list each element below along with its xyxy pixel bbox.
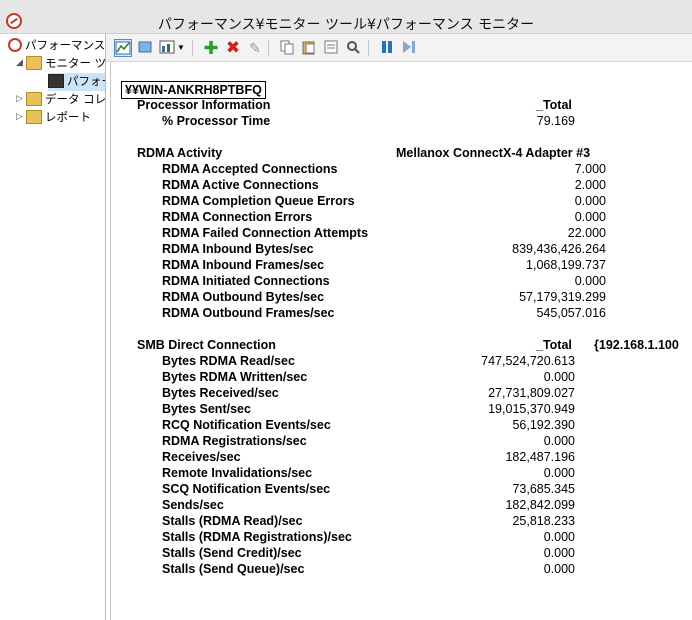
window-titlebar: パフォーマンス¥モニター ツール¥パフォーマンス モニター — [0, 0, 692, 34]
counter-name: % Processor Time — [162, 114, 271, 128]
machine-name: ¥¥WIN-ANKRH8PTBFQ — [121, 81, 266, 99]
counter-name: RDMA Registrations/sec — [162, 434, 307, 448]
tree-item-monitoring-tools[interactable]: ◢ モニター ツール — [16, 55, 106, 73]
counter-value: 2.000 — [574, 178, 606, 192]
tree-item-data-collector-sets[interactable]: ▷ データ コレクター セット — [16, 91, 106, 109]
counter-name: Sends/sec — [162, 498, 224, 512]
counter-value: 0.000 — [574, 194, 606, 208]
counter-value: 0.000 — [574, 274, 606, 288]
counter-name: RCQ Notification Events/sec — [162, 418, 331, 432]
counter-value: 22.000 — [567, 226, 606, 240]
tree-item-label: パフォーマンス — [25, 38, 106, 52]
counter-name: Receives/sec — [162, 450, 241, 464]
tree-item-label: パフォーマンス — [67, 74, 105, 88]
counter-name: Bytes Sent/sec — [162, 402, 251, 416]
toolbar-separator — [268, 40, 269, 56]
counter-name: RDMA Inbound Frames/sec — [162, 258, 325, 272]
performance-icon — [8, 38, 22, 52]
counter-value: 79.169 — [536, 114, 575, 128]
zoom-magnifier-icon[interactable] — [344, 39, 362, 57]
properties-icon[interactable] — [322, 39, 340, 57]
counter-value: 182,842.099 — [505, 498, 575, 512]
counter-name: RDMA Completion Queue Errors — [162, 194, 355, 208]
counter-name: RDMA Outbound Frames/sec — [162, 306, 335, 320]
graph-view-icon[interactable] — [114, 39, 132, 57]
counter-value: 0.000 — [574, 210, 606, 224]
counter-name: Bytes Received/sec — [162, 386, 279, 400]
navigation-tree: パフォーマンス ◢ モニター ツール パフォーマンス ▷ データ コレクター セット… — [0, 34, 106, 620]
tree-item-label: モニター ツール — [45, 56, 106, 70]
instance-label-smb-total: _Total — [536, 338, 572, 352]
counter-value: 0.000 — [543, 466, 575, 480]
report-view: ¥¥WIN-ANKRH8PTBFQ Processor Information … — [110, 62, 692, 620]
copy-properties-icon[interactable] — [278, 39, 296, 57]
delete-counter-icon[interactable]: ✖ — [224, 39, 242, 57]
counter-value: 1,068,199.737 — [526, 258, 606, 272]
counter-name: RDMA Outbound Bytes/sec — [162, 290, 325, 304]
add-counter-icon[interactable]: ✚ — [202, 39, 220, 57]
counter-name: Remote Invalidations/sec — [162, 466, 313, 480]
counter-name: Stalls (Send Queue)/sec — [162, 562, 305, 576]
window-title: パフォーマンス¥モニター ツール¥パフォーマンス モニター — [157, 17, 535, 33]
counter-name: Bytes RDMA Read/sec — [162, 354, 295, 368]
counter-value: 19,015,370.949 — [488, 402, 575, 416]
change-graph-type-icon[interactable] — [158, 39, 176, 57]
counter-name: RDMA Failed Connection Attempts — [162, 226, 369, 240]
toolbar-separator — [368, 40, 369, 56]
folder-icon — [26, 56, 42, 70]
counter-value: 0.000 — [543, 562, 575, 576]
freeze-display-pause-icon[interactable] — [378, 39, 396, 57]
counter-value: 7.000 — [574, 162, 606, 176]
view-current-activity-icon[interactable] — [136, 39, 154, 57]
counter-value: 56,192.390 — [512, 418, 575, 432]
folder-icon — [26, 92, 42, 106]
counter-name: SCQ Notification Events/sec — [162, 482, 331, 496]
object-header-smb: SMB Direct Connection — [137, 338, 276, 352]
instance-label-rdma: Mellanox ConnectX-4 Adapter #3 — [396, 146, 591, 160]
counter-value: 545,057.016 — [536, 306, 606, 320]
counter-value: 73,685.345 — [512, 482, 575, 496]
tree-item-performance-monitor[interactable]: パフォーマンス — [48, 73, 105, 91]
toolbar: ▼ ✚ ✖ ✎ — [106, 34, 692, 62]
counter-name: Stalls (Send Credit)/sec — [162, 546, 302, 560]
counter-value: 25,818.233 — [512, 514, 575, 528]
tree-item-label: データ コレクター セット — [45, 92, 106, 106]
counter-value: 27,731,809.027 — [488, 386, 575, 400]
counter-value: 57,179,319.299 — [519, 290, 606, 304]
instance-label-processor: _Total — [536, 98, 572, 112]
instance-label-smb-ip: {192.168.1.100 — [594, 338, 679, 352]
tree-item-label: レポート — [45, 110, 91, 124]
counter-value: 0.000 — [543, 434, 575, 448]
expand-arrow-icon[interactable]: ▷ — [16, 112, 26, 122]
counter-name: RDMA Active Connections — [162, 178, 319, 192]
collapse-arrow-icon[interactable]: ◢ — [16, 58, 26, 68]
counter-value: 182,487.196 — [505, 450, 575, 464]
highlight-pencil-icon[interactable]: ✎ — [246, 39, 264, 57]
object-header-processor: Processor Information — [137, 98, 271, 112]
counter-name: RDMA Inbound Bytes/sec — [162, 242, 314, 256]
counter-value: 0.000 — [543, 370, 575, 384]
counter-value: 839,436,426.264 — [512, 242, 606, 256]
toolbar-separator — [192, 40, 193, 56]
counter-value: 747,524,720.613 — [481, 354, 575, 368]
expand-arrow-icon[interactable]: ▷ — [16, 94, 26, 104]
monitor-chart-icon — [48, 74, 64, 88]
paste-counter-list-icon[interactable] — [300, 39, 318, 57]
report-icon — [26, 110, 42, 124]
counter-name: Stalls (RDMA Read)/sec — [162, 514, 303, 528]
object-header-rdma: RDMA Activity — [137, 146, 223, 160]
chevron-down-icon[interactable]: ▼ — [176, 39, 186, 57]
counter-name: Bytes RDMA Written/sec — [162, 370, 308, 384]
counter-value: 0.000 — [543, 530, 575, 544]
counter-name: RDMA Connection Errors — [162, 210, 313, 224]
tree-item-performance[interactable]: パフォーマンス — [8, 37, 105, 55]
counter-name: RDMA Accepted Connections — [162, 162, 338, 176]
counter-value: 0.000 — [543, 546, 575, 560]
update-data-step-icon[interactable] — [400, 39, 418, 57]
counter-name: Stalls (RDMA Registrations)/sec — [162, 530, 352, 544]
tree-item-reports[interactable]: ▷ レポート — [16, 109, 91, 127]
counter-name: RDMA Initiated Connections — [162, 274, 330, 288]
